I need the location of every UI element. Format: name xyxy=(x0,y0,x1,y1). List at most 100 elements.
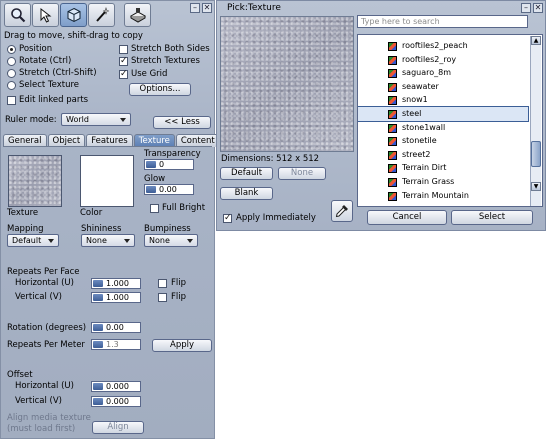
list-item[interactable]: snow1 xyxy=(358,93,528,107)
texture-preview xyxy=(220,16,354,152)
list-item[interactable]: stonetile xyxy=(358,134,528,148)
ruler-mode-select[interactable]: World xyxy=(61,113,131,126)
bumpiness-select[interactable]: None xyxy=(144,234,198,247)
offset-horizontal-spinner[interactable]: 0.000 xyxy=(91,381,141,392)
texture-item-icon xyxy=(388,42,397,51)
stretch-both-label: Stretch Both Sides xyxy=(131,44,210,54)
color-swatch[interactable] xyxy=(80,155,134,207)
scroll-thumb[interactable] xyxy=(531,141,541,167)
use-grid-checkbox[interactable] xyxy=(119,69,128,80)
land-tool-button[interactable] xyxy=(124,3,151,27)
rotate-radio[interactable] xyxy=(7,57,16,66)
create-wand-icon xyxy=(95,7,109,22)
list-item[interactable]: Terrain Dirt xyxy=(358,161,528,175)
transparency-spinner[interactable]: 0 xyxy=(144,159,194,170)
list-item[interactable]: Terrain Mountain xyxy=(358,189,528,203)
mapping-label: Mapping xyxy=(7,224,44,234)
options-button[interactable]: Options... xyxy=(129,83,191,96)
edit-linked-label: Edit linked parts xyxy=(19,95,89,105)
build-floater: – ✕ Drag to move, shift-drag to copy Pos… xyxy=(0,0,220,439)
list-item[interactable]: stone1wall xyxy=(358,121,528,135)
flip-v-checkbox[interactable] xyxy=(158,293,167,302)
minimize-icon[interactable]: – xyxy=(521,3,531,13)
list-item[interactable]: seawater xyxy=(358,80,528,94)
list-item-label: rooftiles2_roy xyxy=(402,54,457,64)
texture-item-icon xyxy=(388,178,397,187)
list-item[interactable]: rooftiles2_peach xyxy=(358,39,528,53)
edit-tool-button[interactable] xyxy=(60,3,87,27)
repeats-horizontal-label: Horizontal (U) xyxy=(15,278,74,288)
scroll-down-icon[interactable]: ▼ xyxy=(531,182,541,191)
list-item-label: Terrain Dirt xyxy=(402,163,447,173)
none-texture-button[interactable]: None xyxy=(278,167,326,180)
select-button[interactable]: Select xyxy=(451,210,533,225)
list-item[interactable]: steel xyxy=(358,106,529,122)
scroll-up-icon[interactable]: ▲ xyxy=(531,36,541,45)
stretch-radio[interactable] xyxy=(7,69,16,78)
texture-tab-panel: Texture Color Transparency 0 Glow 0.00 F… xyxy=(3,146,212,436)
texture-inventory-list: rooftiles2_peach rooftiles2_roy saguaro_8m… xyxy=(357,34,543,207)
texture-swatch[interactable] xyxy=(8,155,62,207)
build-window-controls: – ✕ xyxy=(190,3,212,13)
default-texture-button[interactable]: Default xyxy=(220,167,273,180)
stretch-textures-label: Stretch Textures xyxy=(131,56,200,66)
glow-spinner[interactable]: 0.00 xyxy=(144,184,194,195)
align-media-label: Align media texture xyxy=(7,413,91,423)
select-texture-radio[interactable] xyxy=(7,81,16,90)
shininess-select[interactable]: None xyxy=(81,234,135,247)
align-button[interactable]: Align xyxy=(92,421,144,434)
position-radio[interactable] xyxy=(7,45,16,54)
rotation-spinner[interactable]: 0.00 xyxy=(91,322,141,333)
align-media-sublabel: (must load first) xyxy=(7,424,76,434)
cancel-button[interactable]: Cancel xyxy=(367,210,447,225)
close-icon[interactable]: ✕ xyxy=(533,3,543,13)
repeats-horizontal-spinner[interactable]: 1.000 xyxy=(91,278,141,289)
repeats-per-meter-spinner[interactable]: 1.3 xyxy=(91,339,141,350)
list-item[interactable]: street2 xyxy=(358,148,528,162)
texture-item-icon xyxy=(388,150,397,160)
create-tool-button[interactable] xyxy=(88,3,115,27)
focus-tool-button[interactable] xyxy=(4,3,31,27)
list-item-label: Terrain Mountain xyxy=(402,190,469,200)
list-item[interactable]: rooftiles2_roy xyxy=(358,53,528,67)
offset-horizontal-label: Horizontal (U) xyxy=(15,381,74,391)
blank-texture-button[interactable]: Blank xyxy=(220,187,273,200)
eyedropper-icon xyxy=(335,205,348,218)
texture-item-icon xyxy=(388,137,397,147)
full-bright-checkbox[interactable] xyxy=(150,204,159,213)
mapping-select[interactable]: Default xyxy=(7,234,59,247)
focus-magnifier-icon xyxy=(10,8,25,23)
move-tool-button[interactable] xyxy=(32,3,59,27)
flip-u-checkbox[interactable] xyxy=(158,279,167,288)
list-item[interactable]: saguaro_8m xyxy=(358,66,528,80)
texture-search-input[interactable]: Type here to search xyxy=(357,15,528,28)
select-texture-label: Select Texture xyxy=(19,80,80,90)
transparency-label: Transparency xyxy=(144,149,201,159)
stretch-textures-checkbox[interactable] xyxy=(119,56,128,67)
offset-label: Offset xyxy=(7,370,33,380)
rotate-label: Rotate (Ctrl) xyxy=(19,56,72,66)
minimize-icon[interactable]: – xyxy=(190,3,200,13)
texture-item-icon xyxy=(388,55,397,65)
rotation-label: Rotation (degrees) xyxy=(7,323,87,333)
apply-immediately-checkbox[interactable] xyxy=(223,213,232,224)
stretch-both-checkbox[interactable] xyxy=(119,45,128,54)
texture-item-icon xyxy=(388,69,397,79)
texture-item-icon xyxy=(388,123,397,133)
edit-linked-checkbox[interactable] xyxy=(7,96,16,105)
eyedropper-button[interactable] xyxy=(331,200,353,222)
texture-item-icon xyxy=(388,164,397,174)
apply-button[interactable]: Apply xyxy=(152,339,212,352)
picker-window-controls: – ✕ xyxy=(521,3,543,13)
list-item[interactable]: Terrain Grass xyxy=(358,175,528,189)
texture-item-icon xyxy=(388,110,397,119)
inventory-scrollbar[interactable]: ▲ ▼ xyxy=(530,36,541,206)
ruler-mode-label: Ruler mode: xyxy=(5,115,57,125)
apply-immediately-label: Apply Immediately xyxy=(236,213,316,223)
repeats-per-face-label: Repeats Per Face xyxy=(7,267,80,277)
close-icon[interactable]: ✕ xyxy=(202,3,212,13)
glow-label: Glow xyxy=(144,174,166,184)
less-button[interactable]: << Less xyxy=(153,116,211,129)
offset-vertical-spinner[interactable]: 0.000 xyxy=(91,396,141,407)
repeats-vertical-spinner[interactable]: 1.000 xyxy=(91,292,141,303)
